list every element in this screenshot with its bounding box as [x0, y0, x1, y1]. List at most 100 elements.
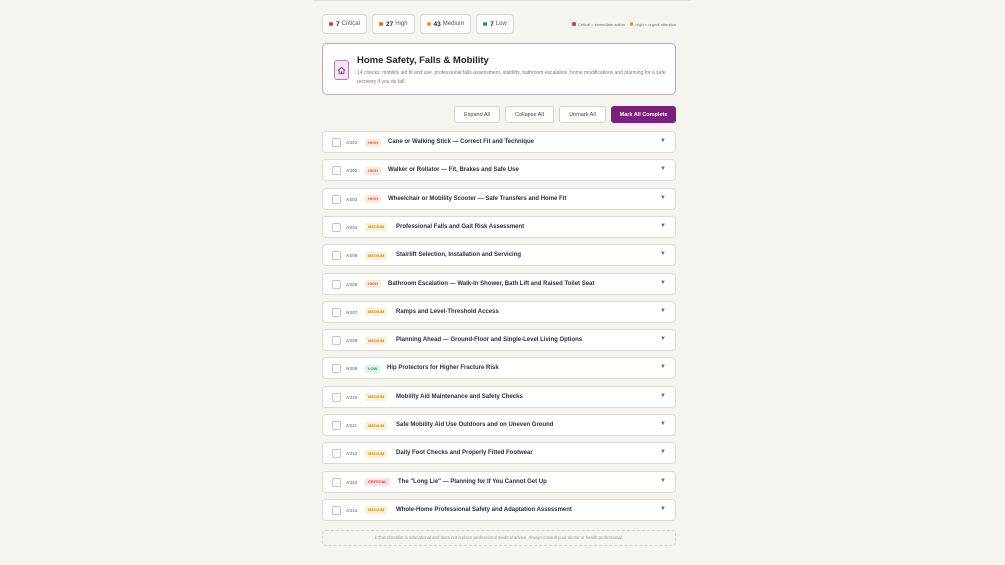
item-checkbox[interactable] [332, 279, 341, 289]
item-code: AS05 [346, 253, 358, 259]
critical-count: 7 [336, 20, 340, 28]
item-checkbox[interactable] [332, 138, 341, 147]
item-title: Wheelchair or Mobility Scooter — Safe Tr… [388, 195, 567, 202]
bulk-actions: Expand All Collapse All Unmark All Mark … [322, 106, 676, 123]
section-title: Home Safety, Falls & Mobility [357, 55, 489, 66]
priority-badge: HIGH [365, 166, 381, 175]
legend-high-label: High = urgent attention [635, 21, 676, 27]
chevron-down-icon[interactable]: ▼ [660, 506, 666, 512]
chevron-down-icon[interactable]: ▼ [660, 478, 666, 484]
checklist-item-as06[interactable]: AS06 HIGH Bathroom Escalation — Walk-In Sh… [322, 272, 676, 295]
checklist-item-as12[interactable]: AS12 MEDIUM Daily Foot Checks and Properly… [322, 442, 676, 465]
item-title: The "Long Lie" — Planning for If You Can… [398, 478, 547, 485]
priority-badge: HIGH [365, 280, 381, 288]
checklist-item-as01[interactable]: AS01 HIGH Cane or Walking Stick — Correct … [322, 131, 676, 153]
expand-all-button[interactable]: Expand All [454, 106, 500, 123]
chevron-down-icon[interactable]: ▼ [660, 138, 666, 144]
item-checkbox[interactable] [332, 307, 341, 317]
chevron-down-icon[interactable]: ▼ [660, 308, 666, 314]
priority-badge: MEDIUM [365, 421, 388, 430]
chevron-down-icon[interactable]: ▼ [660, 223, 666, 229]
item-title: Walker or Rollator — Fit, Brakes and Saf… [388, 167, 519, 174]
item-checkbox[interactable] [332, 477, 341, 487]
item-title: Cane or Walking Stick — Correct Fit and … [388, 139, 535, 145]
checklist-item-as05[interactable]: AS05 MEDIUM Stairlift Selection, Installat… [322, 244, 676, 267]
disclaimer: ℹ This checklist is educational and does… [322, 530, 676, 546]
top-divider [313, 0, 691, 1]
item-checkbox[interactable] [332, 449, 341, 459]
low-label: Low [495, 21, 507, 27]
chevron-down-icon[interactable]: ▼ [660, 195, 666, 201]
chevron-down-icon[interactable]: ▼ [660, 166, 666, 172]
item-checkbox[interactable] [332, 222, 341, 232]
item-title: Bathroom Escalation — Walk-In Shower, Ba… [388, 280, 595, 287]
legend-critical-label: Critical = immediate action [577, 21, 625, 27]
item-title: Whole-Home Professional Safety and Adapt… [396, 506, 572, 513]
item-code: AS06 [346, 281, 358, 287]
chevron-down-icon[interactable]: ▼ [660, 364, 666, 370]
checklist-item-as11[interactable]: AS11 MEDIUM Safe Mobility Aid Use Outdoors… [322, 414, 676, 436]
chevron-down-icon[interactable]: ▼ [660, 336, 666, 342]
collapse-all-button[interactable]: Collapse All [505, 106, 554, 123]
chevron-down-icon[interactable]: ▼ [660, 421, 666, 427]
low-count: 7 [490, 20, 494, 28]
item-code: AS11 [346, 423, 358, 428]
item-code: AS14 [346, 507, 358, 513]
high-label: High [395, 21, 408, 27]
checklist-item-as13[interactable]: AS13 CRITICAL The "Long Lie" — Planning fo… [322, 470, 676, 493]
chevron-down-icon[interactable]: ▼ [660, 251, 666, 257]
legend-high-dot-icon [629, 22, 634, 26]
item-code: AS13 [346, 479, 358, 485]
priority-badge: MEDIUM [365, 506, 388, 515]
item-checkbox[interactable] [332, 505, 341, 515]
item-checkbox[interactable] [332, 421, 341, 430]
priority-badge: CRITICAL [365, 478, 390, 487]
checklist-item-as02[interactable]: AS02 HIGH Walker or Rollator — Fit, Brakes… [322, 159, 676, 182]
priority-badge: MEDIUM [365, 393, 388, 402]
checklist-item-as08[interactable]: AS08 MEDIUM Planning Ahead — Ground-Floor … [322, 329, 676, 352]
unmark-all-button[interactable]: Unmark All [559, 106, 606, 123]
medium-label: Medium [442, 21, 465, 27]
low-count-pill[interactable]: 7 Low [476, 14, 514, 34]
high-dot-icon [378, 22, 383, 26]
priority-badge: HIGH [365, 138, 381, 147]
item-code: AS02 [346, 168, 358, 174]
item-title: Ramps and Level-Threshold Access [396, 308, 499, 315]
chevron-down-icon[interactable]: ▼ [660, 449, 666, 455]
priority-badge: MEDIUM [365, 336, 388, 345]
item-checkbox[interactable] [332, 251, 341, 261]
item-code: AS03 [346, 196, 358, 202]
checklist-item-as14[interactable]: AS14 MEDIUM Whole-Home Professional Safety… [322, 498, 676, 521]
priority-badge: MEDIUM [365, 449, 388, 458]
chevron-down-icon[interactable]: ▼ [660, 280, 666, 286]
item-title: Mobility Aid Maintenance and Safety Chec… [396, 393, 523, 400]
medium-count-pill[interactable]: 43 Medium [419, 14, 472, 34]
checklist-item-as03[interactable]: AS03 HIGH Wheelchair or Mobility Scooter —… [322, 187, 676, 210]
item-checkbox[interactable] [332, 364, 341, 374]
legend-critical: Critical = immediate action [572, 22, 625, 27]
checklist-item-as07[interactable]: AS07 MEDIUM Ramps and Level-Threshold Acce… [322, 300, 676, 323]
checklist-item-as10[interactable]: AS10 MEDIUM Mobility Aid Maintenance and S… [322, 385, 676, 408]
legend-critical-dot-icon [572, 22, 576, 26]
item-checkbox[interactable] [332, 194, 341, 204]
critical-count-pill[interactable]: 7 Critical [322, 14, 367, 34]
item-code: AS07 [346, 309, 358, 315]
section-header-card: Home Safety, Falls & Mobility 14 checks:… [322, 43, 676, 95]
item-code: AS12 [346, 451, 358, 457]
checklist-item-as09[interactable]: AS09 LOW Hip Protectors for Higher Fractur… [322, 357, 676, 380]
item-checkbox[interactable] [332, 392, 341, 402]
item-title: Daily Foot Checks and Properly Fitted Fo… [396, 450, 533, 457]
section-description: 14 checks: mobility aid fit and use, pro… [357, 70, 666, 85]
high-count-pill[interactable]: 27 High [371, 14, 415, 34]
mark-all-complete-button[interactable]: Mark All Complete [611, 106, 676, 123]
priority-badge: HIGH [365, 195, 381, 204]
checklist-item-as04[interactable]: AS04 MEDIUM Professional Falls and Gait Ri… [322, 215, 676, 238]
item-checkbox[interactable] [332, 336, 341, 346]
home-icon [334, 60, 349, 80]
item-code: AS09 [346, 366, 358, 372]
item-checkbox[interactable] [332, 166, 341, 176]
item-title: Planning Ahead — Ground-Floor and Single… [396, 337, 583, 344]
chevron-down-icon[interactable]: ▼ [660, 393, 666, 399]
critical-dot-icon [329, 22, 333, 26]
priority-legend: Critical = immediate action High = urgen… [567, 22, 676, 27]
